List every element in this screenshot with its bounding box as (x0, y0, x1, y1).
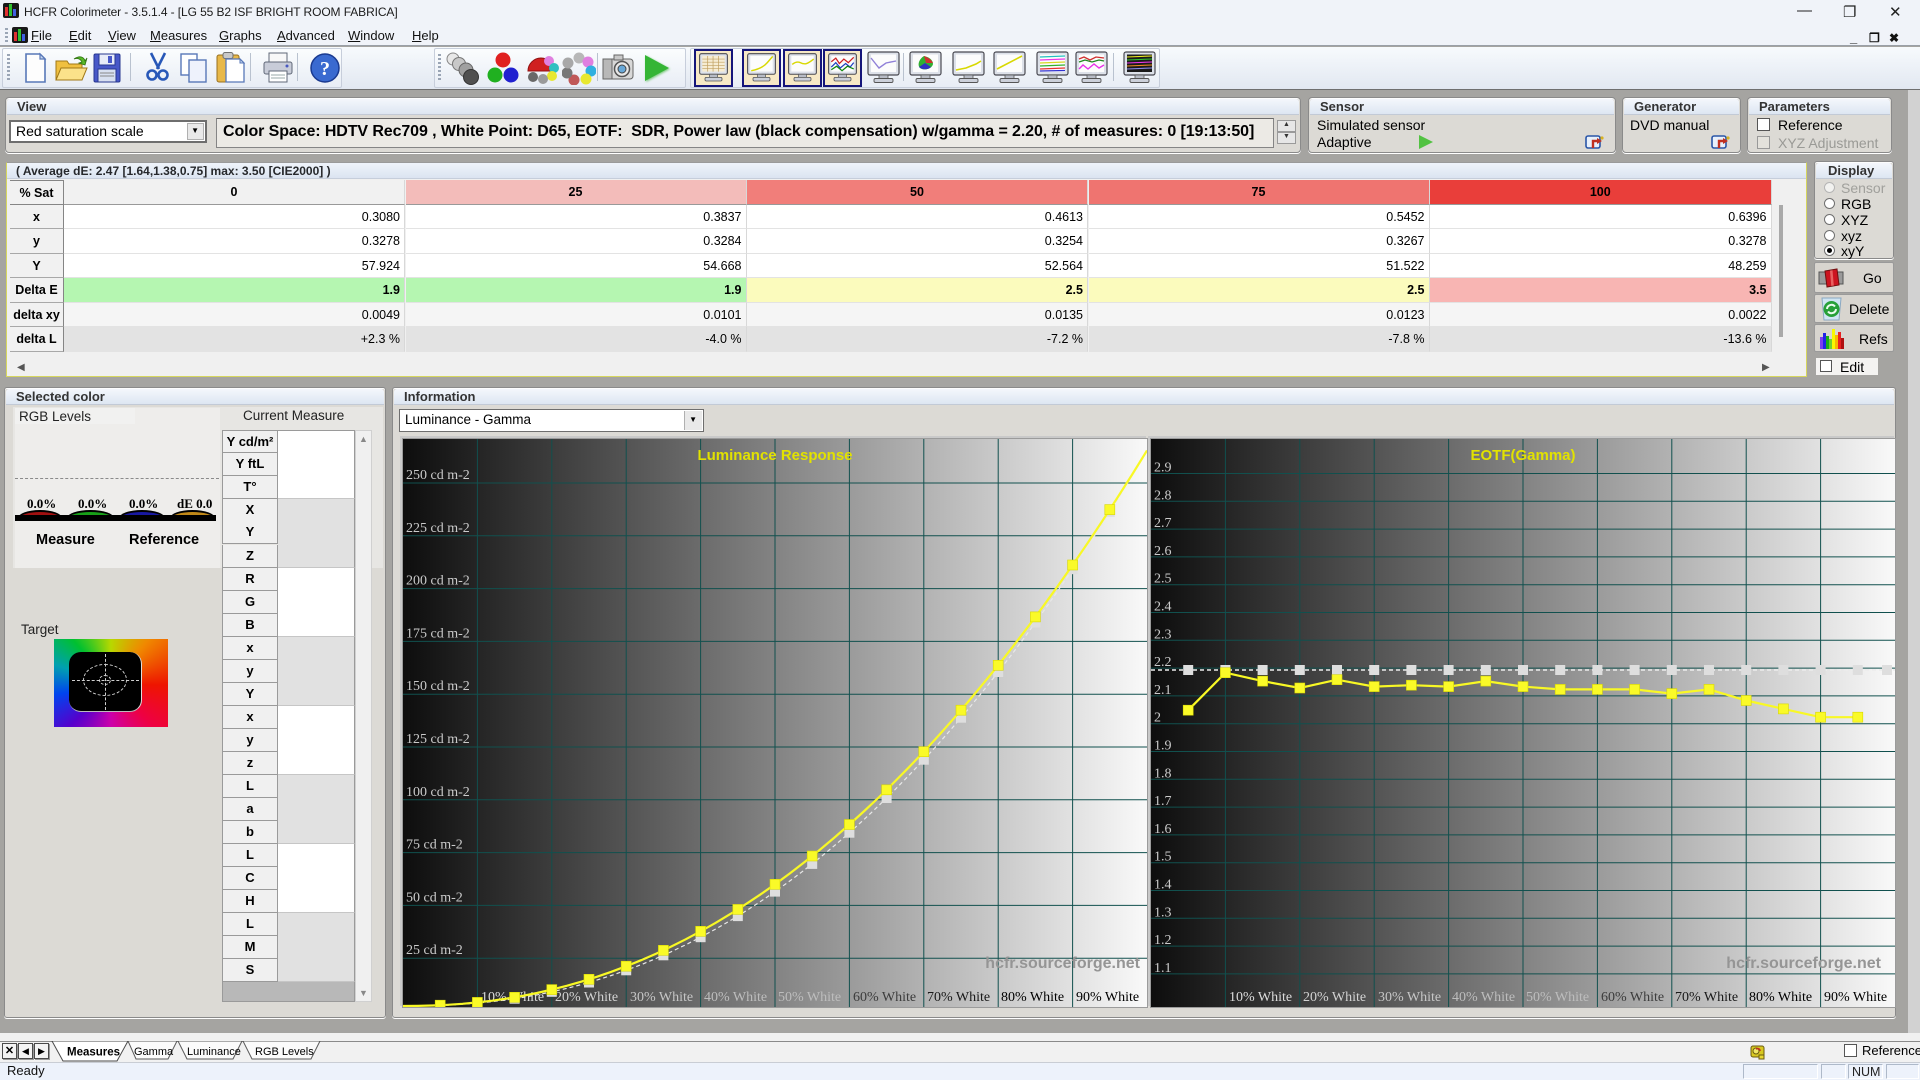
svg-text:1.2: 1.2 (1154, 933, 1172, 948)
svg-text:25 cd m-2: 25 cd m-2 (406, 943, 463, 958)
svg-text:2.4: 2.4 (1154, 600, 1172, 615)
svg-text:2.5: 2.5 (1154, 572, 1172, 587)
svg-text:70% White: 70% White (1675, 990, 1738, 1005)
svg-text:90% White: 90% White (1076, 990, 1139, 1005)
svg-text:2.2: 2.2 (1154, 655, 1172, 670)
svg-text:60% White: 60% White (1601, 990, 1664, 1005)
svg-text:2: 2 (1154, 711, 1161, 726)
svg-text:80% White: 80% White (1749, 990, 1812, 1005)
svg-text:2.8: 2.8 (1154, 488, 1172, 503)
svg-text:50% White: 50% White (778, 990, 841, 1005)
svg-text:175 cd m-2: 175 cd m-2 (406, 626, 470, 641)
svg-text:30% White: 30% White (1378, 990, 1441, 1005)
svg-text:2.9: 2.9 (1154, 461, 1172, 476)
svg-text:100 cd m-2: 100 cd m-2 (406, 785, 470, 800)
svg-text:1.1: 1.1 (1154, 961, 1172, 976)
svg-text:20% White: 20% White (555, 990, 618, 1005)
svg-text:2.3: 2.3 (1154, 627, 1172, 642)
svg-text:Gamma: Gamma (134, 1046, 174, 1058)
svg-text:225 cd m-2: 225 cd m-2 (406, 521, 470, 536)
svg-text:Luminance: Luminance (187, 1046, 241, 1058)
svg-text:80% White: 80% White (1001, 990, 1064, 1005)
svg-text:200 cd m-2: 200 cd m-2 (406, 574, 470, 589)
svg-text:50 cd m-2: 50 cd m-2 (406, 890, 463, 905)
svg-text:50% White: 50% White (1526, 990, 1589, 1005)
svg-text:1.6: 1.6 (1154, 822, 1172, 837)
svg-text:?: ? (320, 58, 330, 80)
svg-text:1.7: 1.7 (1154, 794, 1172, 809)
svg-text:2.7: 2.7 (1154, 516, 1172, 531)
svg-text:40% White: 40% White (704, 990, 767, 1005)
svg-text:250 cd m-2: 250 cd m-2 (406, 468, 470, 483)
svg-text:75 cd m-2: 75 cd m-2 (406, 838, 463, 853)
svg-text:1.9: 1.9 (1154, 739, 1172, 754)
svg-text:125 cd m-2: 125 cd m-2 (406, 732, 470, 747)
svg-text:70% White: 70% White (927, 990, 990, 1005)
svg-text:2.6: 2.6 (1154, 544, 1172, 559)
svg-text:2.1: 2.1 (1154, 683, 1172, 698)
svg-text:Measures: Measures (67, 1047, 120, 1059)
svg-text:10% White: 10% White (1229, 990, 1292, 1005)
svg-text:EOTF(Gamma): EOTF(Gamma) (1470, 447, 1575, 464)
svg-text:hcfr.sourceforge.net: hcfr.sourceforge.net (1726, 955, 1881, 972)
svg-text:1.4: 1.4 (1154, 878, 1172, 893)
svg-text:1.5: 1.5 (1154, 850, 1172, 865)
svg-text:1.3: 1.3 (1154, 905, 1172, 920)
svg-text:60% White: 60% White (853, 990, 916, 1005)
svg-text:1.8: 1.8 (1154, 766, 1172, 781)
svg-text:30% White: 30% White (630, 990, 693, 1005)
svg-text:150 cd m-2: 150 cd m-2 (406, 679, 470, 694)
svg-text:Luminance Response: Luminance Response (697, 447, 852, 464)
svg-text:hcfr.sourceforge.net: hcfr.sourceforge.net (985, 955, 1140, 972)
svg-text:20% White: 20% White (1303, 990, 1366, 1005)
svg-text:40% White: 40% White (1452, 990, 1515, 1005)
svg-text:90% White: 90% White (1824, 990, 1887, 1005)
svg-text:RGB Levels: RGB Levels (255, 1046, 314, 1058)
